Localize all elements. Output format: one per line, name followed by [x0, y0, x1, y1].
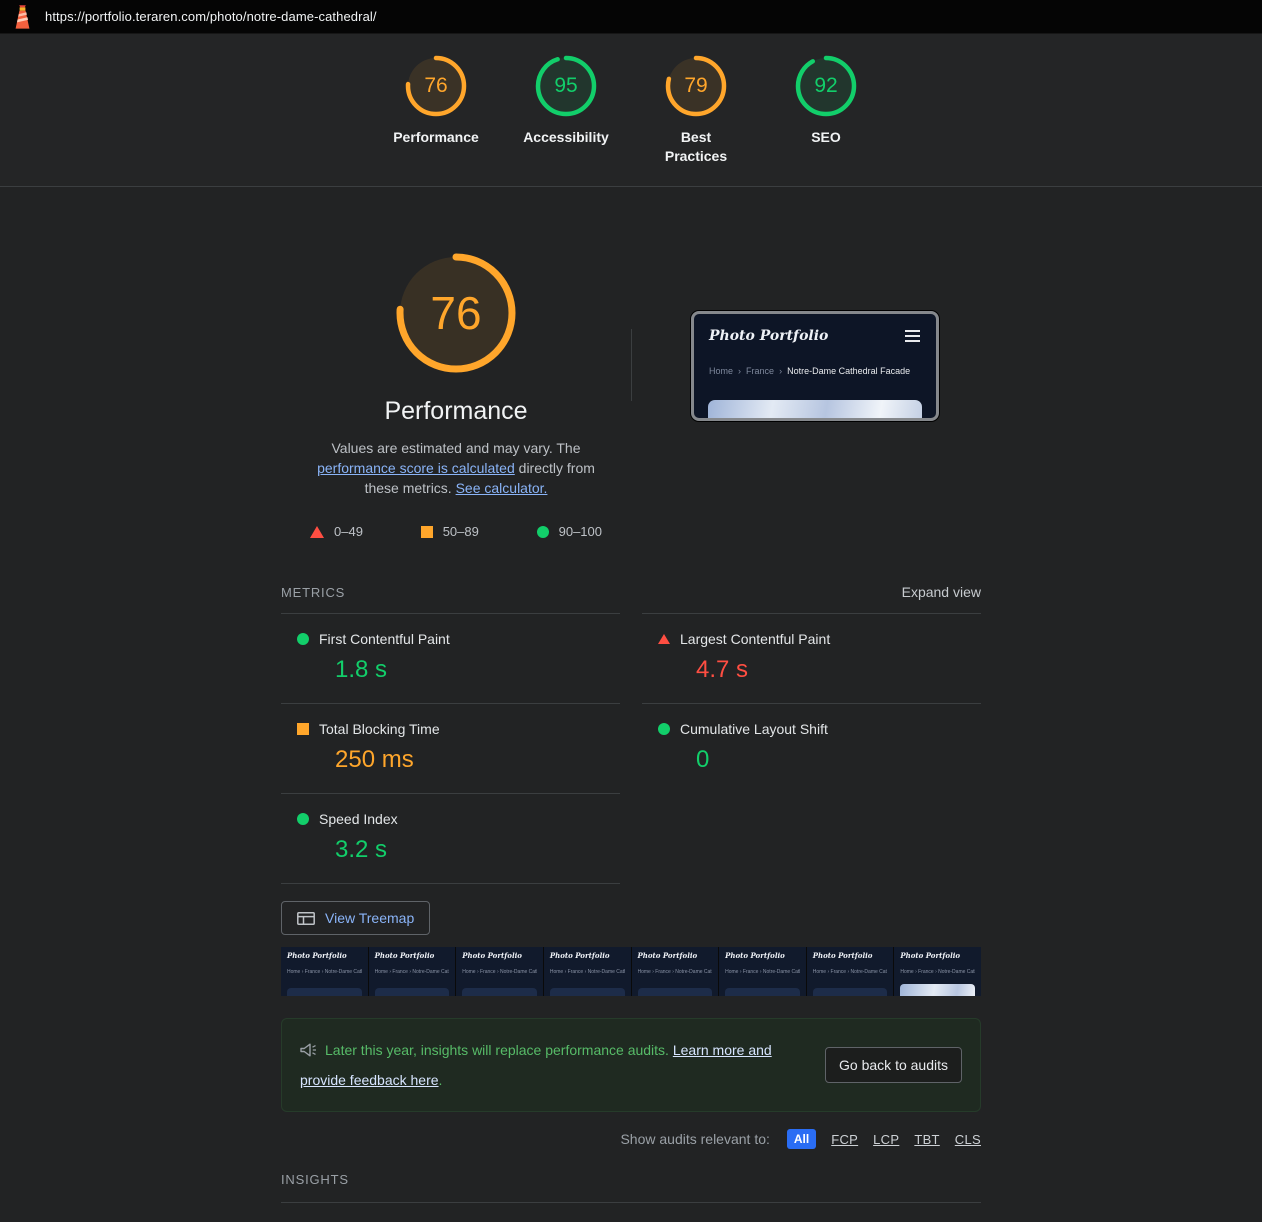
score-legend: 0–49 50–89 90–100	[310, 524, 602, 539]
filmstrip-frame: Photo PortfolioHome › France › Notre-Dam…	[719, 947, 806, 996]
score-value: 79	[664, 54, 728, 118]
performance-gauge: 76	[394, 251, 518, 375]
metric-value: 4.7 s	[696, 656, 981, 684]
banner-message: Later this year, insights will replace p…	[300, 1037, 809, 1094]
score-value: 76	[404, 54, 468, 118]
score-label: SEO	[811, 128, 841, 147]
filter-chip-cls[interactable]: CLS	[955, 1132, 981, 1147]
page-url[interactable]: https://portfolio.teraren.com/photo/notr…	[45, 9, 377, 24]
score-label: Accessibility	[523, 128, 609, 147]
report-body: 76 Performance Values are estimated and …	[0, 187, 1262, 1222]
filmstrip-frame: Photo PortfolioHome › France › Notre-Dam…	[632, 947, 719, 996]
legend-average: 50–89	[421, 524, 479, 539]
view-treemap-button[interactable]: View Treemap	[281, 901, 430, 935]
average-square-icon	[297, 723, 309, 735]
filmstrip-frame: Photo PortfolioHome › France › Notre-Dam…	[544, 947, 631, 996]
score-label: Performance	[393, 128, 479, 147]
filter-chip-all[interactable]: All	[787, 1129, 816, 1149]
score-label: Best Practices	[660, 128, 732, 166]
lighthouse-report: https://portfolio.teraren.com/photo/notr…	[0, 0, 1262, 1222]
insights-heading: INSIGHTS	[281, 1172, 349, 1187]
megaphone-icon	[300, 1040, 317, 1067]
screenshot-filmstrip: Photo PortfolioHome › France › Notre-Dam…	[281, 947, 981, 996]
pass-circle-icon	[658, 723, 670, 735]
expand-view-link[interactable]: Expand view	[902, 584, 981, 600]
pass-circle-icon	[297, 633, 309, 645]
score-description: Values are estimated and may vary. The p…	[300, 438, 612, 498]
fail-triangle-icon	[310, 526, 324, 538]
filmstrip-frame: Photo PortfolioHome › France › Notre-Dam…	[281, 947, 368, 996]
filter-chip-tbt[interactable]: TBT	[914, 1132, 939, 1147]
filter-label: Show audits relevant to:	[620, 1131, 769, 1147]
score-calc-link[interactable]: performance score is calculated	[317, 460, 515, 476]
metric-value: 250 ms	[335, 746, 620, 774]
legend-pass: 90–100	[537, 524, 602, 539]
metric-empty-cell	[642, 793, 981, 884]
url-bar: https://portfolio.teraren.com/photo/notr…	[0, 0, 1262, 34]
treemap-icon	[297, 912, 315, 925]
metric-cls: Cumulative Layout Shift 0	[642, 703, 981, 793]
legend-fail: 0–49	[310, 524, 363, 539]
performance-hero: 76 Performance Values are estimated and …	[281, 251, 981, 539]
fail-triangle-icon	[658, 634, 670, 644]
audit-filter: Show audits relevant to: All FCP LCP TBT…	[281, 1129, 981, 1149]
performance-score: 76	[394, 251, 518, 375]
page-title: Performance	[281, 397, 631, 426]
pass-circle-icon	[537, 526, 549, 538]
category-scores: 76 Performance 95 Accessibility 79	[0, 34, 1262, 187]
gauge-accessibility[interactable]: 95 Accessibility	[517, 54, 615, 147]
gauge-best-practices[interactable]: 79 Best Practices	[647, 54, 745, 166]
filmstrip-frame: Photo PortfolioHome › France › Notre-Dam…	[894, 947, 981, 996]
filter-chip-lcp[interactable]: LCP	[873, 1132, 899, 1147]
insights-banner: Later this year, insights will replace p…	[281, 1018, 981, 1112]
metric-lcp: Largest Contentful Paint 4.7 s	[642, 613, 981, 703]
preview-site-title: Photo Portfolio	[709, 328, 828, 344]
filmstrip-frame: Photo PortfolioHome › France › Notre-Dam…	[456, 947, 543, 996]
metric-speed-index: Speed Index 3.2 s	[281, 793, 620, 884]
metrics-heading: METRICS	[281, 585, 345, 600]
see-calculator-link[interactable]: See calculator.	[456, 480, 548, 496]
gauge-performance[interactable]: 76 Performance	[387, 54, 485, 147]
score-value: 92	[794, 54, 858, 118]
hamburger-icon	[905, 330, 920, 342]
pass-circle-icon	[297, 813, 309, 825]
filmstrip-frame: Photo PortfolioHome › France › Notre-Dam…	[807, 947, 894, 996]
preview-breadcrumb: Home › France › Notre-Dame Cathedral Fac…	[694, 344, 936, 376]
metrics-grid: First Contentful Paint 1.8 s Largest Con…	[281, 613, 981, 884]
metric-value: 1.8 s	[335, 656, 620, 684]
lighthouse-icon	[12, 4, 33, 29]
metric-fcp: First Contentful Paint 1.8 s	[281, 613, 620, 703]
insight-improve-image-delivery[interactable]: Improve image delivery — Est savings of …	[281, 1203, 981, 1222]
metric-value: 0	[696, 746, 981, 774]
filmstrip-frame: Photo PortfolioHome › France › Notre-Dam…	[369, 947, 456, 996]
score-value: 95	[534, 54, 598, 118]
filter-chip-fcp[interactable]: FCP	[831, 1132, 858, 1147]
preview-sky-image	[708, 400, 922, 421]
metric-tbt: Total Blocking Time 250 ms	[281, 703, 620, 793]
go-back-to-audits-button[interactable]: Go back to audits	[825, 1047, 962, 1083]
page-screenshot-preview: Photo Portfolio Home › France › Notre-Da…	[691, 311, 939, 421]
metric-value: 3.2 s	[335, 836, 620, 864]
average-square-icon	[421, 526, 433, 538]
gauge-seo[interactable]: 92 SEO	[777, 54, 875, 147]
